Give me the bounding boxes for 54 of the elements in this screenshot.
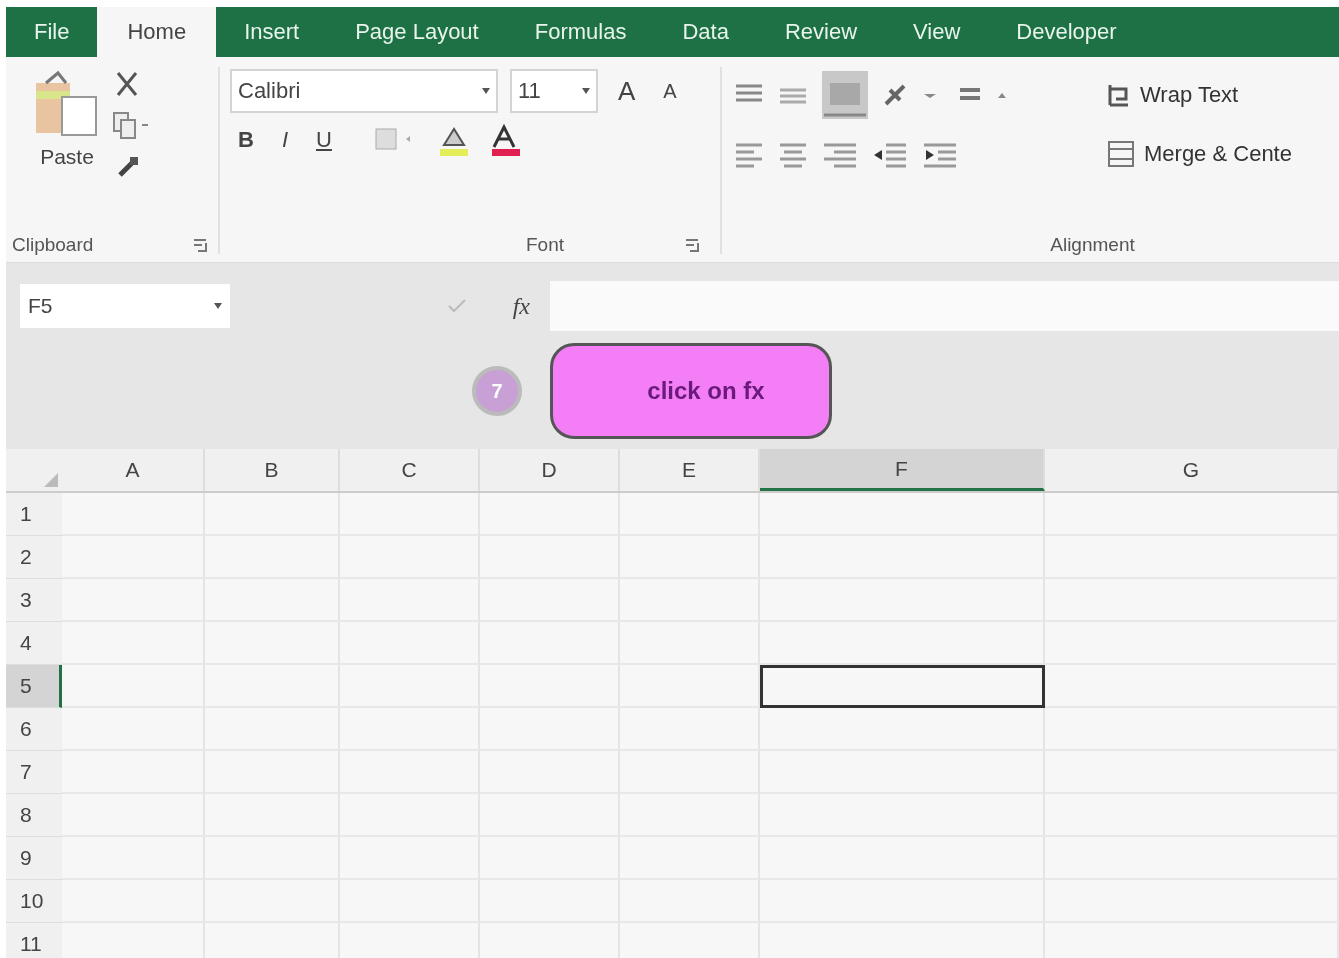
row-header[interactable]: 10 xyxy=(6,880,62,923)
row-header[interactable]: 8 xyxy=(6,794,62,837)
caret-icon xyxy=(214,303,222,309)
font-size-field[interactable]: 11 xyxy=(510,69,598,113)
insert-function-button[interactable]: fx xyxy=(506,291,536,321)
column-header[interactable]: G xyxy=(1045,449,1339,491)
ribbon-tab[interactable]: Formulas xyxy=(506,7,655,57)
select-all-icon[interactable] xyxy=(44,473,58,487)
group-label: Clipboard xyxy=(12,234,94,256)
caret-icon xyxy=(582,88,590,94)
grow-font-button[interactable]: A xyxy=(610,73,644,109)
underline-button[interactable]: U xyxy=(308,125,340,155)
ribbon-tab[interactable]: Page Layout xyxy=(327,7,507,57)
launcher-icon[interactable] xyxy=(684,237,700,253)
column-header[interactable]: D xyxy=(480,449,620,491)
step-badge: 7 xyxy=(472,366,522,416)
ribbon-tab[interactable]: Data xyxy=(654,7,757,57)
row-header[interactable]: 3 xyxy=(6,579,62,622)
row-header[interactable]: 1 xyxy=(6,493,62,536)
row-header[interactable]: 11 xyxy=(6,923,62,958)
row-header[interactable]: 9 xyxy=(6,837,62,880)
paste-icon[interactable] xyxy=(34,69,100,139)
column-header[interactable]: C xyxy=(340,449,480,491)
align-bottom-icon[interactable] xyxy=(820,69,870,121)
merge-center-button[interactable]: Merge & Cente xyxy=(1102,135,1296,173)
check-icon[interactable] xyxy=(446,298,467,314)
wrap-text-button[interactable]: Wrap Text xyxy=(1102,77,1243,113)
row-header[interactable]: 4 xyxy=(6,622,62,665)
row-header[interactable]: 2 xyxy=(6,536,62,579)
column-header[interactable]: F xyxy=(760,449,1045,491)
callout-bubble: click on fx xyxy=(550,343,832,439)
row-header[interactable]: 7 xyxy=(6,751,62,794)
ribbon-tab[interactable]: Review xyxy=(756,7,886,57)
column-header[interactable]: A xyxy=(62,449,205,491)
ribbon-tab[interactable]: File xyxy=(6,7,98,57)
merge-icon xyxy=(1106,139,1136,169)
bold-button[interactable]: B xyxy=(230,125,262,155)
ribbon-tab[interactable]: Developer xyxy=(988,7,1145,57)
italic-button[interactable]: I xyxy=(273,125,296,155)
caret-icon xyxy=(482,88,490,94)
launcher-icon[interactable] xyxy=(192,237,208,253)
font-name-field[interactable]: Calibri xyxy=(230,69,498,113)
row-header[interactable]: 6 xyxy=(6,708,62,751)
shrink-font-button[interactable]: A xyxy=(655,77,685,105)
paste-label[interactable]: Paste xyxy=(40,145,94,169)
group-label: Font xyxy=(525,234,564,256)
table-cell[interactable] xyxy=(760,665,1045,708)
row-header[interactable]: 5 xyxy=(6,665,62,708)
ribbon-tab[interactable]: Home xyxy=(97,7,217,57)
column-header[interactable]: B xyxy=(205,449,340,491)
ribbon-tab[interactable]: Insert xyxy=(216,7,328,57)
group-label: Alignment xyxy=(1050,234,1135,256)
name-box[interactable]: F5 xyxy=(20,284,230,328)
ribbon-tab[interactable]: View xyxy=(885,7,989,57)
